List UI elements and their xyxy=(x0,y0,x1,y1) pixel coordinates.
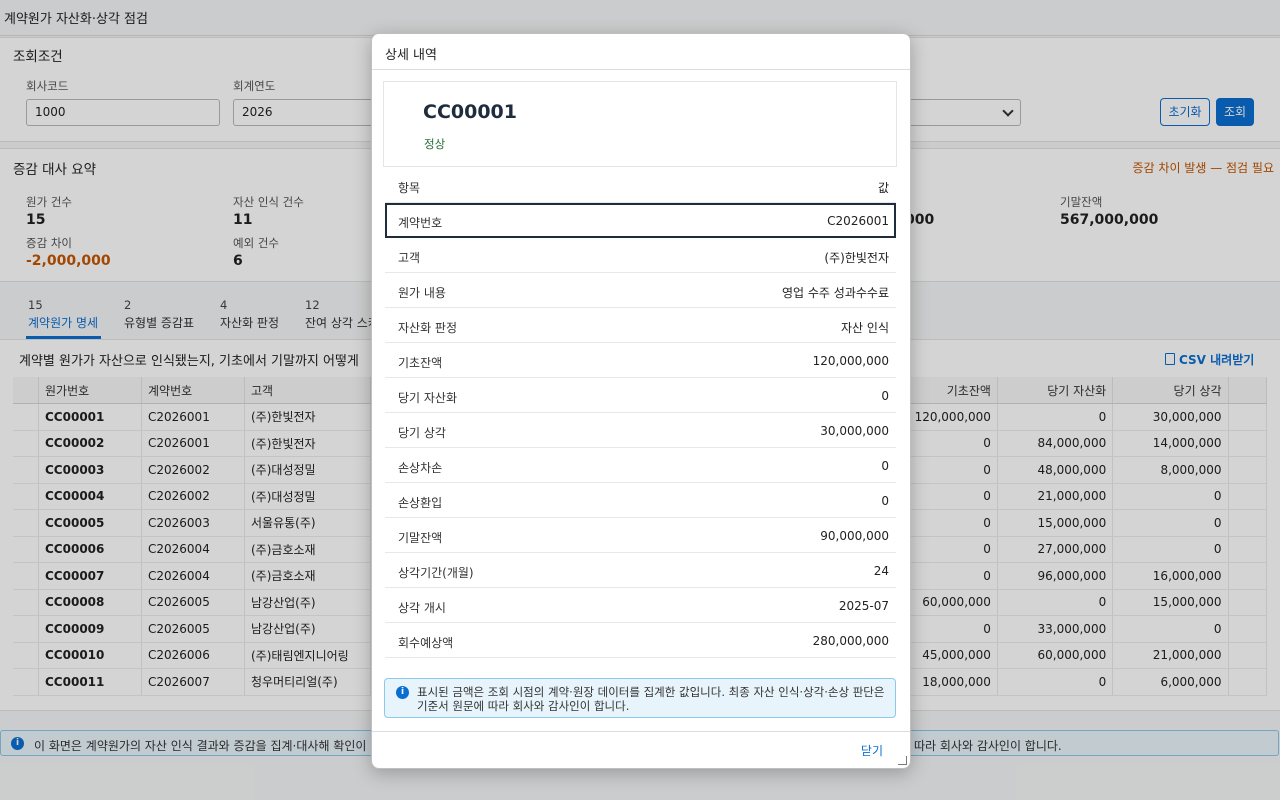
detail-row[interactable]: 상각기간(개월) 24 xyxy=(385,553,896,588)
detail-header-row: 항목 값 xyxy=(385,168,896,203)
detail-value: 자산 인식 xyxy=(841,321,889,335)
detail-value: 90,000,000 xyxy=(820,529,889,543)
detail-value: (주)한빛전자 xyxy=(824,251,889,265)
dialog-info-strip: i 표시된 금액은 조회 시점의 계약·원장 데이터를 집계한 값입니다. 최종… xyxy=(384,678,896,718)
dialog-header: 상세 내역 xyxy=(372,34,910,70)
detail-value: 120,000,000 xyxy=(812,354,889,368)
detail-key: 기초잔액 xyxy=(398,356,443,370)
dialog-footer: 닫기 xyxy=(372,731,910,768)
info-icon: i xyxy=(396,686,409,699)
resize-handle-icon[interactable] xyxy=(898,756,907,765)
detail-key: 원가 내용 xyxy=(398,286,446,300)
detail-value: 280,000,000 xyxy=(812,634,889,648)
detail-key: 손상차손 xyxy=(398,461,443,475)
detail-key: 당기 자산화 xyxy=(398,391,458,405)
object-header: CC00001 정상 xyxy=(383,81,897,167)
detail-value: 30,000,000 xyxy=(820,424,889,438)
detail-list: 항목 값 계약번호 C2026001 고객 (주)한빛전자원가 내용 영업 수주 성과수… xyxy=(385,168,896,658)
detail-value: 0 xyxy=(881,389,889,403)
detail-row[interactable]: 손상차손 0 xyxy=(385,448,896,483)
detail-row[interactable]: 기말잔액 90,000,000 xyxy=(385,518,896,553)
detail-key: 고객 xyxy=(398,251,421,265)
detail-header-value: 값 xyxy=(877,181,889,195)
detail-key: 자산화 판정 xyxy=(398,321,458,335)
detail-value: 영업 수주 성과수수료 xyxy=(782,286,889,300)
detail-key: 당기 상각 xyxy=(398,426,446,440)
detail-value: 0 xyxy=(881,494,889,508)
detail-row[interactable]: 계약번호 C2026001 xyxy=(385,203,896,238)
detail-key: 회수예상액 xyxy=(398,636,454,650)
detail-key: 상각 개시 xyxy=(398,601,446,615)
detail-row[interactable]: 회수예상액 280,000,000 xyxy=(385,623,896,658)
detail-value: 2025-07 xyxy=(838,599,889,613)
detail-key: 손상환입 xyxy=(398,496,443,510)
detail-row[interactable]: 기초잔액 120,000,000 xyxy=(385,343,896,378)
detail-row[interactable]: 당기 자산화 0 xyxy=(385,378,896,413)
detail-row[interactable]: 원가 내용 영업 수주 성과수수료 xyxy=(385,273,896,308)
detail-key: 기말잔액 xyxy=(398,531,443,545)
detail-header-key: 항목 xyxy=(398,181,421,195)
detail-value: 0 xyxy=(881,459,889,473)
dialog-title: 상세 내역 xyxy=(385,48,437,63)
dialog-info-text: 표시된 금액은 조회 시점의 계약·원장 데이터를 집계한 값입니다. 최종 자… xyxy=(417,685,885,713)
detail-dialog: 상세 내역 CC00001 정상 항목 값 계약번호 C2026001 고객 (주)한… xyxy=(371,33,911,769)
detail-row[interactable]: 상각 개시 2025-07 xyxy=(385,588,896,623)
detail-value: 24 xyxy=(873,564,889,578)
detail-row[interactable]: 손상환입 0 xyxy=(385,483,896,518)
detail-row[interactable]: 고객 (주)한빛전자 xyxy=(385,238,896,273)
detail-row[interactable]: 자산화 판정 자산 인식 xyxy=(385,308,896,343)
detail-key: 상각기간(개월) xyxy=(398,566,474,580)
object-title: CC00001 xyxy=(423,101,517,123)
detail-value: C2026001 xyxy=(827,214,889,228)
close-button[interactable]: 닫기 xyxy=(861,742,883,759)
detail-key: 계약번호 xyxy=(398,216,443,230)
detail-row[interactable]: 당기 상각 30,000,000 xyxy=(385,413,896,448)
object-status: 정상 xyxy=(424,137,446,151)
